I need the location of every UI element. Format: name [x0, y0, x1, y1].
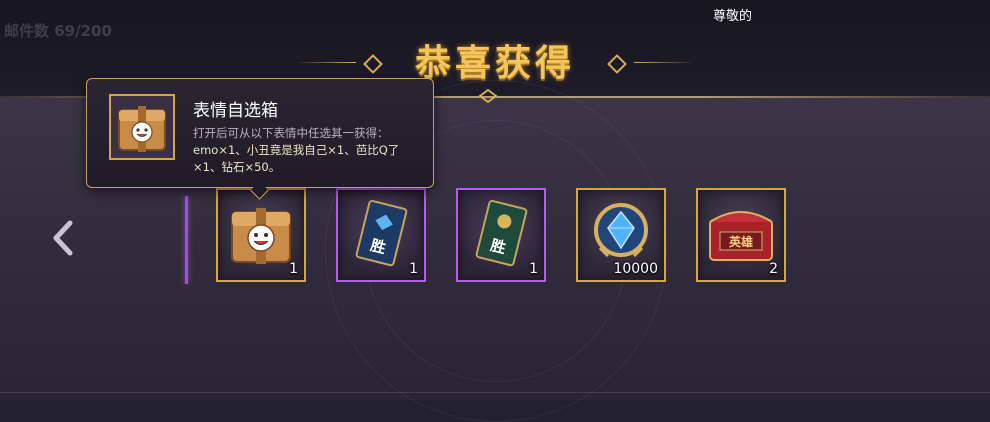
previous-page-button[interactable]	[48, 220, 80, 256]
tooltip-item-name: 表情自选箱	[193, 101, 278, 121]
reward-item-hero-chest[interactable]: 英雄 2	[696, 188, 786, 282]
tooltip-item-icon	[109, 94, 175, 160]
panel-bottom-border	[0, 392, 990, 393]
tooltip-description: 打开后可从以下表情中任选其一获得： emo×1、小丑竟是我自己×1、芭比Q了×1…	[193, 125, 423, 176]
title-ornament-line	[296, 62, 356, 63]
rarity-divider	[185, 196, 188, 284]
reward-quantity: 10000	[613, 261, 658, 277]
background-mail-counter: 邮件数 69/200	[4, 22, 112, 40]
tooltip-description-items: emo×1、小丑竟是我自己×1、芭比Q了×1、钻石×50。	[193, 143, 400, 174]
item-tooltip: 表情自选箱 打开后可从以下表情中任选其一获得： emo×1、小丑竟是我自己×1、…	[86, 78, 434, 188]
hero-chest-label: 英雄	[729, 234, 753, 249]
title-bottom-ornament	[478, 88, 498, 104]
reward-item-emoji-chest[interactable]: 1	[216, 188, 306, 282]
reward-quantity: 1	[289, 261, 298, 277]
chevron-left-icon	[53, 220, 73, 256]
reward-item-diamond[interactable]: 10000	[576, 188, 666, 282]
title-ornament-line	[634, 62, 694, 63]
reward-item-victory-card-green[interactable]: 胜 1	[456, 188, 546, 282]
reward-quantity: 1	[529, 261, 538, 277]
emoji-chest-icon	[118, 106, 166, 152]
reward-item-victory-card-blue[interactable]: 胜 1	[336, 188, 426, 282]
tooltip-description-intro: 打开后可从以下表情中任选其一获得：	[193, 126, 389, 140]
reward-quantity: 1	[409, 261, 418, 277]
reward-quantity: 2	[769, 261, 778, 277]
top-right-text: 尊敬的	[713, 9, 753, 24]
